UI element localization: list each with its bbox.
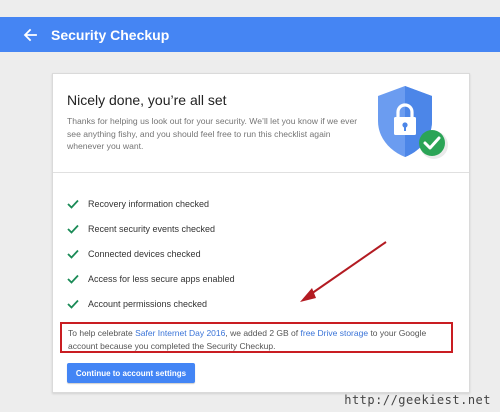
check-icon [67, 199, 79, 209]
free-drive-storage-link[interactable]: free Drive storage [301, 328, 369, 338]
safer-internet-day-link[interactable]: Safer Internet Day 2016 [135, 328, 225, 338]
checklist-item-label: Account permissions checked [88, 298, 208, 309]
checklist-item-label: Recovery information checked [88, 198, 210, 209]
continue-to-account-settings-button[interactable]: Continue to account settings [67, 363, 195, 383]
watermark: http://geekiest.net [344, 393, 491, 407]
app-header: Security Checkup [0, 17, 500, 52]
security-checkup-card: Nicely done, you’re all set Thanks for h… [52, 73, 470, 393]
card-description: Thanks for helping us look out for your … [67, 116, 358, 151]
page-title: Security Checkup [51, 26, 170, 43]
checklist-item-label: Connected devices checked [88, 248, 201, 259]
checklist-item: Access for less secure apps enabled [67, 266, 235, 291]
checklist-item-label: Recent security events checked [88, 223, 216, 234]
promo-highlight-box: To help celebrate Safer Internet Day 201… [60, 322, 453, 353]
checklist: Recovery information checked Recent secu… [67, 191, 235, 316]
card-header: Nicely done, you’re all set Thanks for h… [53, 74, 469, 173]
checklist-item: Recent security events checked [67, 216, 235, 241]
checklist-item-label: Access for less secure apps enabled [88, 273, 235, 284]
check-icon [67, 249, 79, 259]
checklist-item: Connected devices checked [67, 241, 235, 266]
promo-text-middle: , we added 2 GB of [225, 328, 301, 338]
back-button[interactable] [10, 17, 50, 52]
checklist-item: Account permissions checked [67, 291, 235, 316]
shield-lock-check-icon [375, 85, 451, 165]
card-title: Nicely done, you’re all set [67, 92, 227, 108]
arrow-back-icon [23, 28, 37, 41]
check-icon [67, 274, 79, 284]
check-icon [67, 224, 79, 234]
checklist-item: Recovery information checked [67, 191, 235, 216]
promo-text-before: To help celebrate [68, 328, 136, 338]
check-icon [67, 299, 79, 309]
